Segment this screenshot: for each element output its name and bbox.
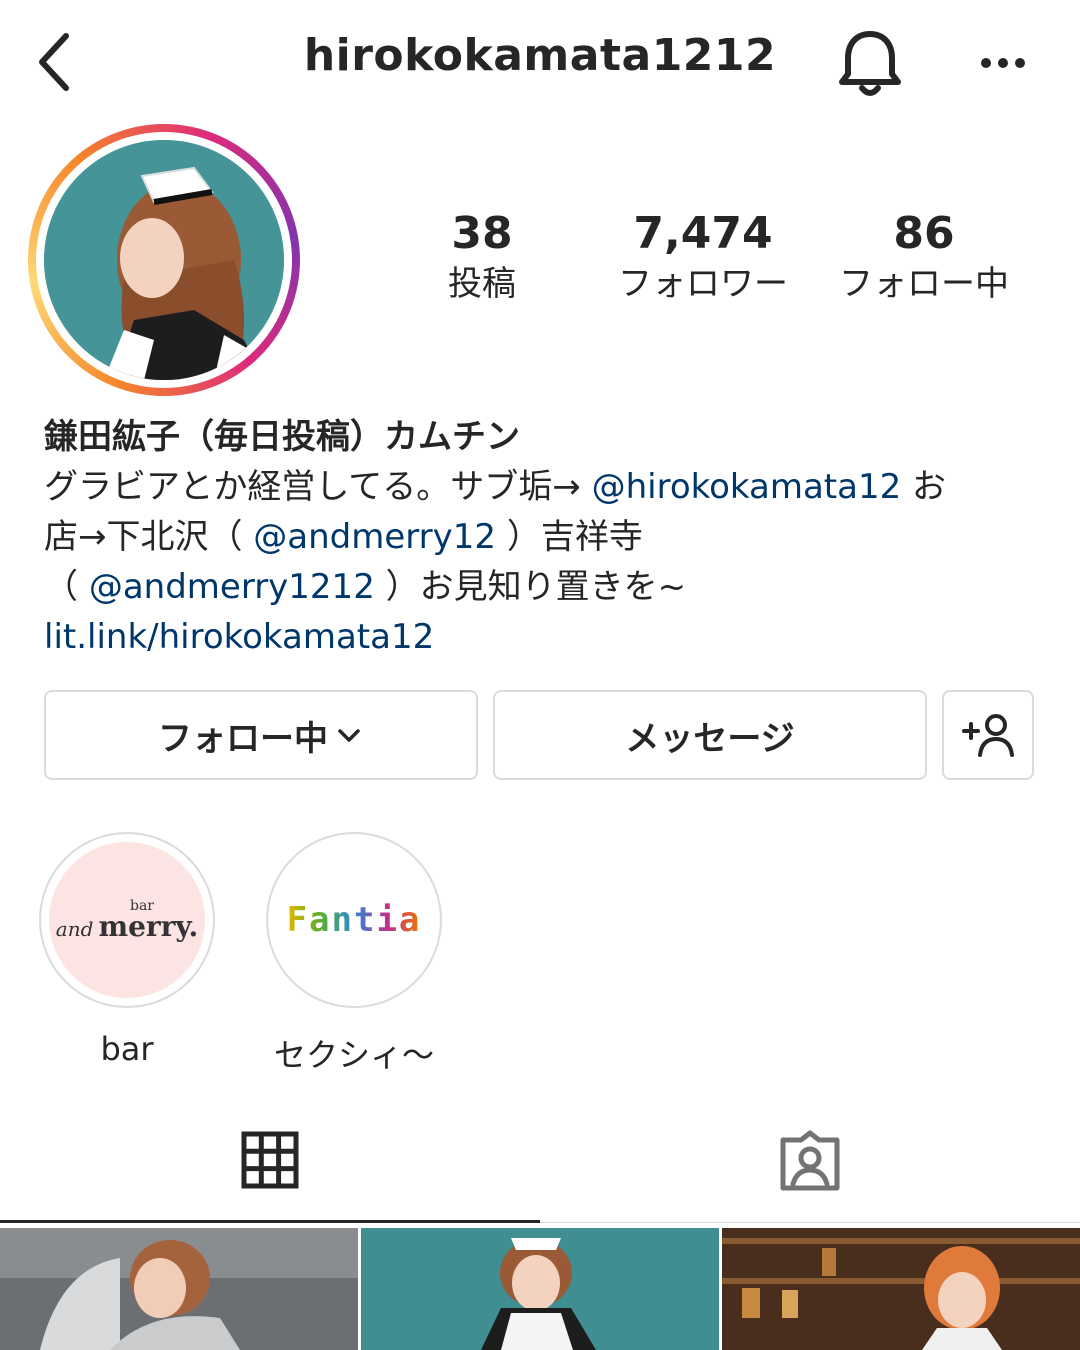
notifications-button[interactable] <box>834 26 906 102</box>
andmerry-logo: bar and merry. <box>49 842 205 998</box>
tagged-icon <box>780 1130 840 1191</box>
grid-icon <box>241 1131 299 1189</box>
message-button[interactable]: メッセージ <box>493 690 927 780</box>
logo-and-text: and <box>55 917 94 941</box>
bio-text: ）吉祥寺 <box>496 517 643 557</box>
bio-text: お <box>901 467 947 507</box>
chevron-down-icon <box>338 729 360 742</box>
post-thumbnail[interactable] <box>0 1228 358 1350</box>
bio-line-1: グラビアとか経営してる。サブ垢→ @hirokokamata12 お <box>44 462 1044 512</box>
logo-merry-text: merry. <box>98 910 199 943</box>
highlight-label: bar <box>100 1030 154 1068</box>
add-user-icon <box>962 714 1014 757</box>
following-button-label: フォロー中 <box>158 718 328 759</box>
active-tab-indicator <box>0 1220 540 1223</box>
followers-label: フォロワー <box>618 264 788 304</box>
tab-tagged[interactable] <box>540 1130 1080 1200</box>
mention-link[interactable]: @andmerry12 <box>253 517 496 557</box>
bio-line-2: 店→下北沢（ @andmerry12 ）吉祥寺 <box>44 512 1044 562</box>
display-name: 鎌田紘子（毎日投稿）カムチン <box>44 417 520 457</box>
posts-count: 38 <box>451 208 513 259</box>
post-thumbnail[interactable] <box>722 1228 1080 1350</box>
followers-count: 7,474 <box>633 208 773 259</box>
bio-text: 店→下北沢（ <box>44 517 254 557</box>
fantia-logo-text: Fantia <box>286 900 422 940</box>
message-button-label: メッセージ <box>625 718 795 759</box>
mention-link[interactable]: @andmerry1212 <box>89 567 375 607</box>
post-thumbnail[interactable] <box>361 1228 719 1350</box>
external-link[interactable]: lit.link/hirokokamata12 <box>44 612 1044 662</box>
following-button[interactable]: フォロー中 <box>44 690 478 780</box>
highlight-sexy[interactable]: Fantia セクシィ～ <box>265 832 443 1076</box>
bell-icon <box>839 31 901 96</box>
more-options-button[interactable] <box>968 40 1038 86</box>
highlight-bar[interactable]: bar and merry. bar <box>38 832 216 1068</box>
stat-following[interactable]: 86 フォロー中 <box>804 208 1044 308</box>
bio-text: ）お見知り置きを~ <box>374 567 687 607</box>
profile-bio: 鎌田紘子（毎日投稿）カムチン グラビアとか経営してる。サブ垢→ @hirokok… <box>44 412 1044 662</box>
bio-line-3: （ @andmerry1212 ）お見知り置きを~ <box>44 562 1044 612</box>
highlight-label: セクシィ～ <box>273 1036 434 1074</box>
more-horizontal-icon <box>981 58 1025 68</box>
stat-posts[interactable]: 38 投稿 <box>362 208 602 308</box>
mention-link[interactable]: @hirokokamata12 <box>592 467 902 507</box>
bio-text: （ <box>44 567 89 607</box>
fantia-logo: Fantia <box>276 842 432 998</box>
story-ring[interactable] <box>28 124 300 396</box>
tab-posts-grid[interactable] <box>0 1130 540 1200</box>
stat-followers[interactable]: 7,474 フォロワー <box>583 208 823 308</box>
posts-label: 投稿 <box>448 264 516 304</box>
suggested-users-button[interactable] <box>942 690 1034 780</box>
profile-avatar <box>44 140 284 380</box>
following-count: 86 <box>893 208 955 259</box>
following-label: フォロー中 <box>839 264 1009 304</box>
bio-text: グラビアとか経営してる。サブ垢→ <box>44 467 592 507</box>
profile-username: hirokokamata1212 <box>303 30 777 81</box>
